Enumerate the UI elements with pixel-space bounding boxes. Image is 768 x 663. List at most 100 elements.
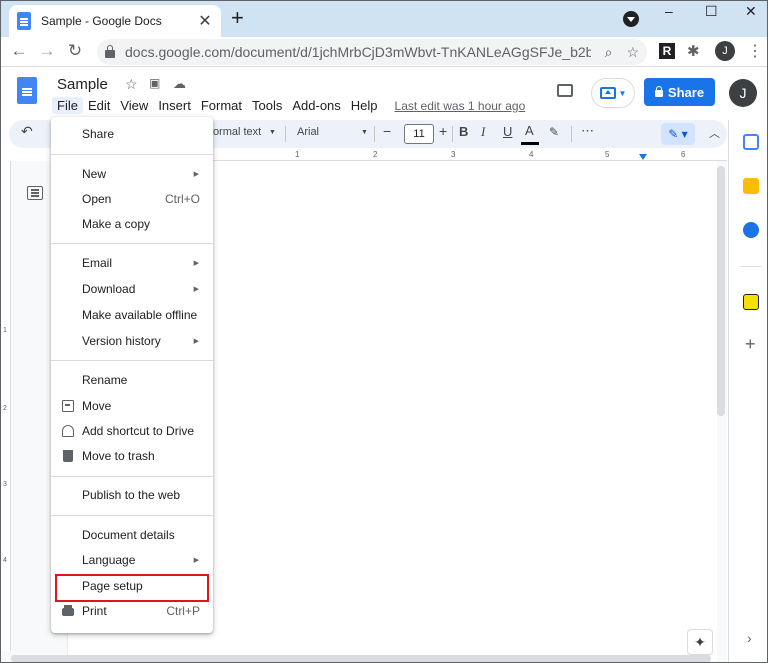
tab-strip: Sample - Google Docs ✕ + – ☐ ✕ — [1, 1, 767, 37]
tab-close-icon[interactable]: ✕ — [197, 11, 213, 31]
present-button[interactable]: ▼ — [591, 78, 635, 108]
menu-email[interactable]: Email ▶ — [51, 251, 213, 275]
collapse-toolbar-icon[interactable]: ︿ — [709, 125, 720, 141]
bookmark-star-icon[interactable]: ☆ — [626, 44, 639, 61]
lock-icon[interactable] — [105, 45, 115, 58]
style-chevron-icon[interactable]: ▼ — [269, 129, 276, 136]
italic-icon[interactable]: I — [481, 124, 485, 140]
add-addon-icon[interactable]: + — [745, 334, 756, 355]
download-addon-icon[interactable] — [743, 294, 759, 310]
tab-search-icon[interactable] — [623, 11, 639, 27]
cloud-saved-icon[interactable]: ☁ — [173, 76, 186, 92]
font-chevron-icon[interactable]: ▼ — [361, 129, 368, 136]
menu-rename[interactable]: Rename — [51, 368, 213, 392]
calendar-icon[interactable] — [743, 134, 759, 150]
star-icon[interactable]: ☆ — [125, 76, 138, 93]
menu-edit[interactable]: Edit — [83, 97, 115, 114]
ruler-number: 2 — [3, 405, 7, 412]
expand-panel-icon[interactable]: › — [747, 630, 752, 646]
text-color-icon[interactable]: A — [525, 123, 534, 138]
extensions-puzzle-icon[interactable]: ✱ — [687, 42, 700, 60]
close-window-button[interactable]: ✕ — [745, 3, 757, 20]
present-icon — [599, 87, 616, 99]
menu-label: Make available offline — [82, 308, 198, 322]
menu-addons[interactable]: Add-ons — [287, 97, 345, 114]
tasks-icon[interactable] — [743, 222, 759, 238]
vertical-scrollbar[interactable] — [717, 166, 725, 416]
comment-history-icon[interactable] — [557, 84, 573, 97]
submenu-arrow-icon: ▶ — [193, 171, 199, 178]
submenu-arrow-icon: ▶ — [193, 338, 199, 345]
menu-download[interactable]: Download ▶ — [51, 277, 213, 301]
menu-file[interactable]: File — [52, 97, 83, 114]
font-select[interactable]: Arial — [297, 126, 319, 138]
forward-arrow-icon[interactable]: → — [37, 41, 57, 61]
right-indent-marker[interactable] — [639, 154, 647, 160]
menu-view[interactable]: View — [115, 97, 153, 114]
menu-offline[interactable]: Make available offline — [51, 303, 213, 327]
side-panel: + › — [728, 120, 767, 662]
browser-menu-icon[interactable]: ⋮ — [747, 41, 763, 61]
increase-size-icon[interactable]: + — [439, 123, 447, 139]
new-tab-button[interactable]: + — [231, 7, 244, 29]
style-select[interactable]: Normal text — [205, 126, 261, 138]
highlight-pen-icon[interactable]: ✎ — [549, 125, 559, 139]
horizontal-scrollbar[interactable] — [11, 655, 711, 662]
menu-move[interactable]: Move — [51, 394, 213, 418]
menu-help[interactable]: Help — [346, 97, 383, 114]
menu-label: Open — [82, 192, 112, 206]
last-edit-link[interactable]: Last edit was 1 hour ago — [395, 97, 526, 114]
zoom-icon[interactable]: ⌕ — [605, 44, 613, 61]
menu-label: Move to trash — [82, 449, 155, 463]
reload-icon[interactable]: ↻ — [65, 41, 85, 61]
text-color-swatch — [521, 142, 539, 145]
browser-profile-avatar[interactable]: J — [715, 41, 735, 61]
menu-open[interactable]: Open Ctrl+O — [51, 187, 213, 211]
menu-label: Add shortcut to Drive — [82, 424, 195, 438]
minimize-button[interactable]: – — [665, 3, 673, 19]
menu-make-copy[interactable]: Make a copy — [51, 212, 213, 236]
horizontal-ruler[interactable]: 1 2 3 4 5 6 — [211, 149, 727, 161]
document-title[interactable]: Sample — [57, 76, 108, 93]
decrease-size-icon[interactable]: − — [383, 123, 391, 139]
menu-document-details[interactable]: Document details — [51, 523, 213, 547]
menu-trash[interactable]: Move to trash — [51, 444, 213, 468]
menu-add-shortcut[interactable]: Add shortcut to Drive — [51, 419, 213, 443]
docs-logo-icon[interactable] — [17, 77, 37, 104]
back-arrow-icon[interactable]: ← — [9, 41, 29, 61]
font-size-input[interactable]: 11 — [404, 124, 434, 144]
undo-icon[interactable]: ↶ — [21, 123, 33, 140]
move-folder-icon[interactable]: ▣ — [149, 76, 160, 90]
address-bar[interactable]: docs.google.com/document/d/1jchMrbCjD3mW… — [97, 39, 647, 65]
browser-tab[interactable]: Sample - Google Docs ✕ — [9, 5, 221, 37]
menu-new[interactable]: New ▶ — [51, 162, 213, 186]
menu-publish[interactable]: Publish to the web — [51, 483, 213, 507]
menu-tools[interactable]: Tools — [247, 97, 287, 114]
bold-icon[interactable]: B — [459, 124, 468, 139]
share-label: Share — [667, 84, 705, 100]
ruler-number: 5 — [605, 150, 610, 159]
move-folder-icon — [62, 400, 74, 412]
explore-icon[interactable]: ✦ — [687, 629, 713, 655]
ruler-number: 2 — [373, 150, 378, 159]
menu-print[interactable]: Print Ctrl+P — [51, 599, 213, 623]
document-outline-icon[interactable] — [27, 186, 43, 200]
more-options-icon[interactable]: ⋯ — [581, 123, 594, 139]
menu-label: Download — [82, 282, 136, 296]
editing-mode-button[interactable]: ✎ ▾ — [661, 123, 695, 145]
menu-share[interactable]: Share — [51, 122, 213, 146]
underline-icon[interactable]: U — [503, 124, 512, 139]
account-avatar[interactable]: J — [729, 79, 757, 107]
keep-icon[interactable] — [743, 178, 759, 194]
menu-label: Print — [82, 604, 107, 618]
submenu-arrow-icon: ▶ — [193, 260, 199, 267]
menu-insert[interactable]: Insert — [153, 97, 196, 114]
share-button[interactable]: Share — [644, 78, 715, 106]
menu-version-history[interactable]: Version history ▶ — [51, 329, 213, 353]
menu-language[interactable]: Language ▶ — [51, 548, 213, 572]
vertical-ruler[interactable]: 1 2 3 4 — [1, 161, 11, 651]
menu-format[interactable]: Format — [196, 97, 247, 114]
maximize-button[interactable]: ☐ — [705, 3, 718, 20]
extension-r-icon[interactable]: R — [659, 43, 675, 59]
menu-label: Email — [82, 256, 113, 270]
